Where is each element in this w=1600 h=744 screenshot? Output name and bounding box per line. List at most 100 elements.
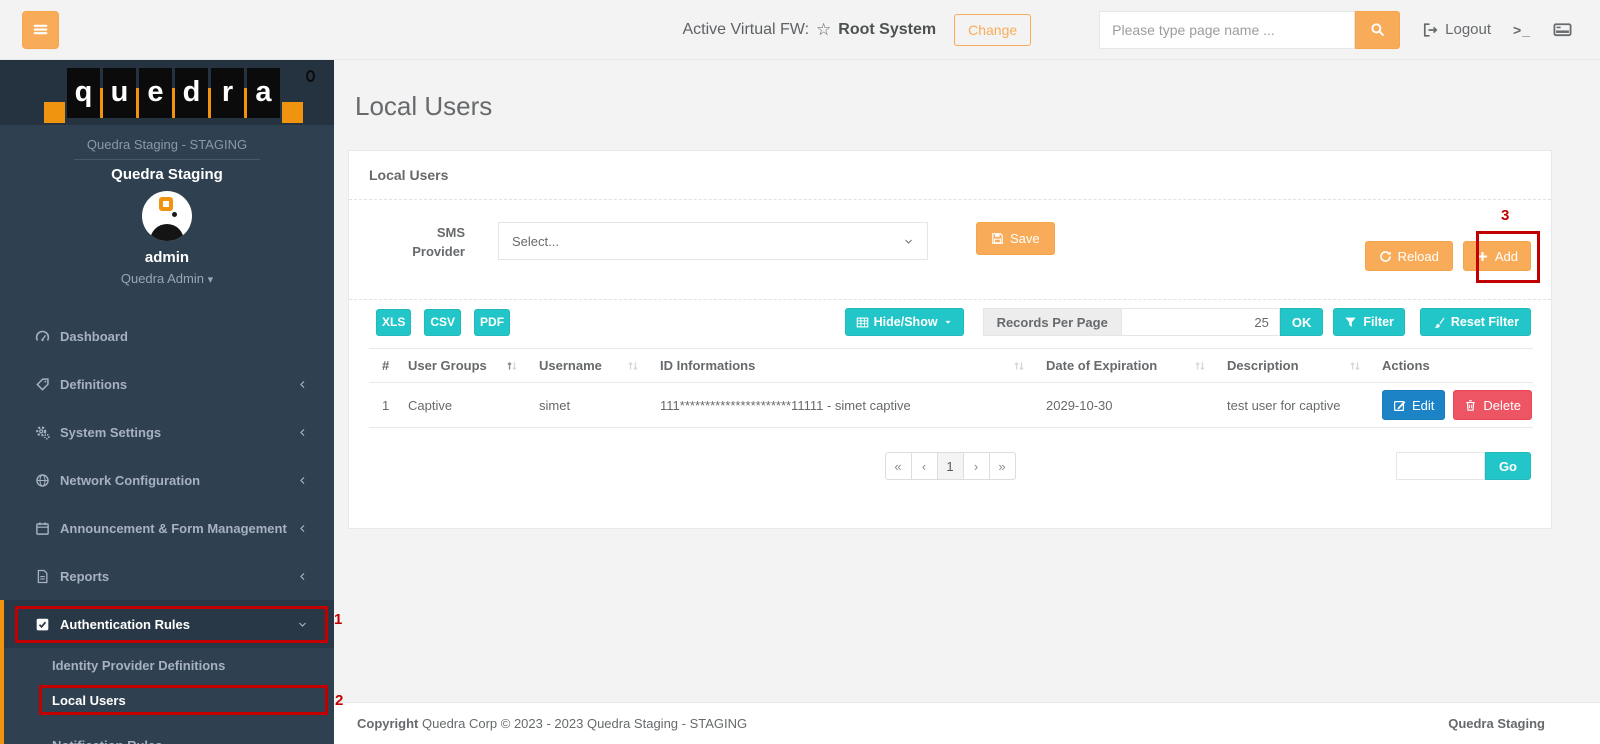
- panel-title: Local Users: [349, 151, 1551, 200]
- sidebar-item-authentication-rules[interactable]: Authentication Rules: [0, 600, 334, 648]
- add-button[interactable]: Add: [1462, 241, 1531, 271]
- footer-site-name: Quedra Staging: [1448, 716, 1545, 731]
- chevron-left-icon: [297, 571, 308, 582]
- export-xls-button[interactable]: XLS: [376, 308, 412, 336]
- sidebar: q u e d r a Quedra Staging - STAGING Que…: [0, 60, 334, 744]
- sidebar-item-reports[interactable]: Reports: [0, 552, 334, 600]
- chevron-down-icon: [903, 236, 914, 247]
- brush-icon: [1432, 316, 1445, 329]
- tags-icon: [35, 377, 50, 392]
- chevron-left-icon: [297, 379, 308, 390]
- pagination-next[interactable]: ›: [962, 452, 990, 480]
- records-per-page-label: Records Per Page: [982, 308, 1122, 336]
- hide-show-columns-button[interactable]: Hide/Show: [844, 308, 964, 336]
- sidebar-subitem-local-users[interactable]: Local Users: [0, 683, 334, 718]
- pagination-first[interactable]: «: [884, 452, 912, 480]
- logo-block: q u e d r a: [0, 60, 334, 125]
- cell-user-groups: Captive: [408, 382, 539, 428]
- navbar-right-cluster: Logout >_: [1422, 20, 1572, 39]
- logo-letter: e: [139, 67, 172, 118]
- records-per-page-input[interactable]: [1121, 308, 1280, 336]
- sidebar-toggle-button[interactable]: [22, 10, 59, 49]
- active-fw-group: Active Virtual FW: ☆ Root System: [682, 20, 936, 40]
- globe-icon: [35, 473, 50, 488]
- page-title: Local Users: [355, 91, 493, 121]
- pagination-page-1[interactable]: 1: [936, 452, 964, 480]
- logout-button[interactable]: Logout: [1422, 21, 1491, 38]
- reset-filter-button[interactable]: Reset Filter: [1419, 308, 1531, 336]
- refresh-icon: [1379, 250, 1392, 263]
- terminal-icon[interactable]: >_: [1513, 22, 1531, 38]
- logo-letter: a: [247, 67, 280, 118]
- go-button[interactable]: Go: [1484, 452, 1531, 480]
- export-csv-button[interactable]: CSV: [424, 308, 462, 336]
- floppy-icon: [991, 232, 1004, 245]
- search-icon: [1370, 22, 1385, 37]
- export-pdf-button[interactable]: PDF: [474, 308, 511, 336]
- logo-letter: d: [175, 67, 208, 118]
- role-dropdown[interactable]: Quedra Admin ▾: [0, 271, 334, 286]
- logo-trademark: [306, 69, 315, 82]
- page-search-input[interactable]: [1099, 10, 1356, 49]
- sms-provider-label: SMS Provider: [412, 225, 465, 259]
- calendar-icon: [35, 521, 50, 536]
- filter-icon: [1344, 316, 1357, 329]
- copyright-text: Copyright Quedra Corp © 2023 - 2023 Qued…: [357, 716, 748, 731]
- sort-icon: [505, 359, 519, 373]
- table-controls-right: Hide/Show Records Per Page OK Filter: [844, 308, 1531, 336]
- edit-button[interactable]: Edit: [1382, 390, 1446, 420]
- top-navbar: Active Virtual FW: ☆ Root System Change …: [0, 0, 1600, 60]
- cell-description: test user for captive: [1227, 382, 1382, 428]
- cogs-icon: [35, 425, 50, 440]
- divider: [74, 159, 260, 160]
- logo-letter: u: [103, 67, 136, 118]
- pagination-last[interactable]: »: [988, 452, 1016, 480]
- tenant-name: Quedra Staging - STAGING: [86, 137, 248, 152]
- caret-down-icon: [943, 317, 953, 327]
- hamburger-icon: [32, 21, 49, 38]
- sidebar-subitem-notification-rules[interactable]: Notification Rules: [0, 728, 334, 744]
- sidebar-subitem-identity-provider-definitions[interactable]: Identity Provider Definitions: [0, 648, 334, 683]
- local-users-panel: Local Users SMS Provider Select... Save …: [348, 150, 1552, 529]
- cell-date-of-expiration: 2029-10-30: [1046, 382, 1227, 428]
- caret-down-icon: ▾: [207, 274, 214, 286]
- chevron-left-icon: [297, 523, 308, 534]
- search-button[interactable]: [1355, 10, 1401, 49]
- sort-icon: [1193, 359, 1207, 373]
- filter-button[interactable]: Filter: [1333, 308, 1405, 336]
- column-header-date-of-expiration[interactable]: Date of Expiration: [1046, 348, 1227, 383]
- plus-icon: [1476, 250, 1489, 263]
- quedra-logo[interactable]: q u e d r a: [44, 67, 315, 123]
- column-header-id-informations[interactable]: ID Informations: [660, 348, 1046, 383]
- avatar: [142, 191, 192, 241]
- footer: Copyright Quedra Corp © 2023 - 2023 Qued…: [334, 702, 1600, 744]
- sidebar-item-network-configuration[interactable]: Network Configuration: [0, 456, 334, 504]
- go-to-page-input[interactable]: [1395, 452, 1485, 480]
- column-header-description[interactable]: Description: [1227, 348, 1382, 383]
- cell-username: simet: [539, 382, 660, 428]
- column-header-index: #: [369, 348, 408, 383]
- ok-button[interactable]: OK: [1279, 308, 1324, 336]
- change-fw-button[interactable]: Change: [954, 13, 1032, 46]
- sidebar-item-dashboard[interactable]: Dashboard: [0, 312, 334, 360]
- card-panel-button[interactable]: [1553, 20, 1572, 39]
- app-root: Active Virtual FW: ☆ Root System Change …: [0, 0, 1600, 744]
- active-menu-accent: [0, 600, 4, 744]
- sms-provider-select[interactable]: Select...: [498, 222, 928, 260]
- save-button[interactable]: Save: [976, 222, 1055, 255]
- sidebar-item-system-settings[interactable]: System Settings: [0, 408, 334, 456]
- profile-block: Quedra Staging - STAGING Quedra Staging …: [0, 125, 334, 286]
- cell-actions: Edit Delete: [1382, 382, 1533, 428]
- pagination-prev[interactable]: ‹: [910, 452, 938, 480]
- column-header-user-groups[interactable]: User Groups: [408, 348, 539, 383]
- delete-button[interactable]: Delete: [1453, 390, 1532, 420]
- chevron-down-icon: [297, 619, 308, 630]
- panel-actions: Reload Add: [1364, 241, 1531, 271]
- cell-index: 1: [369, 382, 408, 428]
- column-header-username[interactable]: Username: [539, 348, 660, 383]
- sidebar-item-announcement-form-management[interactable]: Announcement & Form Management: [0, 504, 334, 552]
- sidebar-item-definitions[interactable]: Definitions: [0, 360, 334, 408]
- reload-button[interactable]: Reload: [1364, 241, 1453, 271]
- star-icon: ☆: [816, 19, 832, 39]
- credit-card-icon: [1553, 20, 1572, 39]
